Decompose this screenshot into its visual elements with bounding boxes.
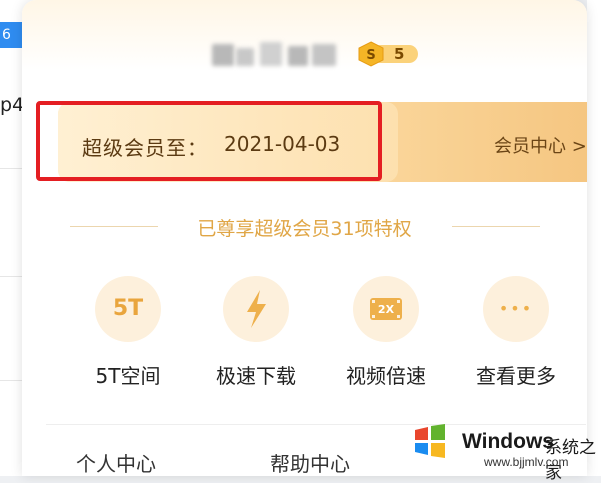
svg-text:S: S xyxy=(366,48,375,63)
feature-5t-space[interactable]: 5T 5T空间 xyxy=(67,276,177,388)
lightning-speed-icon xyxy=(223,276,289,342)
member-level-number: 5 xyxy=(394,45,405,63)
feature-video-speed[interactable]: 2X 视频倍速 xyxy=(325,276,435,388)
highlight-annotation-box xyxy=(36,101,382,181)
user-popup-panel: S 5 超级会员至： 2021-04-03 会员中心 > 已尊享超级会员31项特… xyxy=(22,0,587,476)
feature-see-more[interactable]: ••• 查看更多 xyxy=(455,276,565,388)
watermark-brand: Windows xyxy=(462,430,554,453)
personal-center-link[interactable]: 个人中心 xyxy=(76,448,156,476)
5t-storage-icon: 5T xyxy=(95,276,161,342)
more-dots-icon: ••• xyxy=(483,276,549,342)
watermark-url: www.bjjmlv.com xyxy=(484,455,569,469)
svg-text:2X: 2X xyxy=(378,303,395,316)
member-center-link[interactable]: 会员中心 > xyxy=(494,132,587,158)
username-blurred xyxy=(212,40,342,70)
member-level-badge[interactable]: S 5 xyxy=(358,41,420,67)
windows-logo-icon xyxy=(415,424,445,458)
privilege-divider-right xyxy=(452,226,540,227)
video-2x-icon: 2X xyxy=(353,276,419,342)
feature-label: 视频倍速 xyxy=(346,364,426,388)
feature-label: 5T空间 xyxy=(95,364,161,388)
background-row-text: p4 xyxy=(0,94,25,116)
help-center-link[interactable]: 帮助中心 xyxy=(270,448,350,476)
feature-fast-download[interactable]: 极速下载 xyxy=(195,276,305,388)
bottom-divider xyxy=(46,424,586,425)
feature-label: 极速下载 xyxy=(216,364,296,388)
background-right-edge xyxy=(587,0,601,476)
privileges-title: 已尊享超级会员31项特权 xyxy=(197,218,412,240)
s-coin-badge-icon: S xyxy=(358,41,418,67)
feature-label: 查看更多 xyxy=(476,364,556,388)
